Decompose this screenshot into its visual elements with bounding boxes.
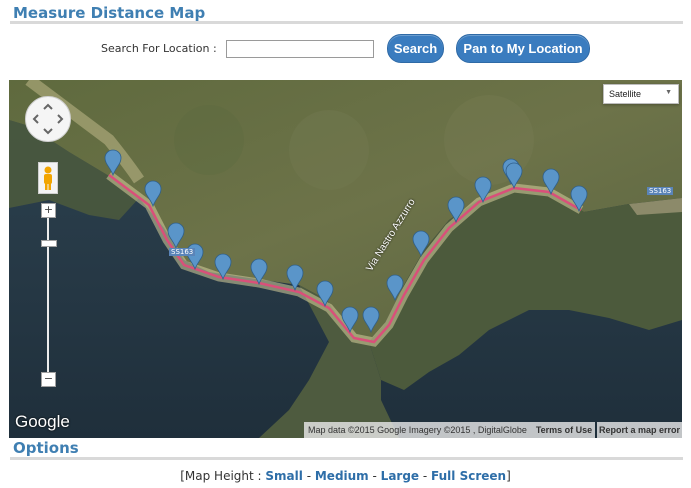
pegman-icon xyxy=(44,166,52,190)
height-fullscreen-link[interactable]: Full Screen xyxy=(431,469,506,483)
map-height-label: Map Height : xyxy=(184,469,266,483)
height-small-link[interactable]: Small xyxy=(265,469,302,483)
terms-of-use-link[interactable]: Terms of Use xyxy=(533,422,595,438)
zoom-out-button[interactable]: − xyxy=(41,372,56,387)
search-bar: Search For Location : Search Pan to My L… xyxy=(0,34,691,64)
report-map-error-link[interactable]: Report a map error xyxy=(597,422,682,438)
road-label-west: SS163 xyxy=(169,248,196,256)
page-title: Measure Distance Map xyxy=(13,4,206,22)
satellite-imagery xyxy=(9,80,682,438)
search-button[interactable]: Search xyxy=(387,34,444,63)
options-title: Options xyxy=(13,439,79,457)
close-bracket: ] xyxy=(506,469,511,483)
pan-arrows-icon xyxy=(32,103,64,135)
pan-to-location-button[interactable]: Pan to My Location xyxy=(456,34,590,63)
map-height-options: [Map Height : Small - Medium - Large - F… xyxy=(0,469,691,483)
separator: - xyxy=(302,469,315,483)
google-logo: Google xyxy=(15,412,70,431)
map-canvas[interactable]: SS163 SS163 Via Nastro Azzurro Satellite… xyxy=(9,80,682,438)
separator: - xyxy=(419,469,432,483)
pan-control[interactable] xyxy=(25,96,71,142)
street-view-pegman[interactable] xyxy=(38,162,58,194)
height-medium-link[interactable]: Medium xyxy=(315,469,369,483)
zoom-slider-track[interactable] xyxy=(47,208,49,378)
zoom-slider-thumb[interactable] xyxy=(41,240,57,247)
map-type-label: Satellite xyxy=(609,89,642,99)
road-label-east: SS163 xyxy=(647,187,674,195)
map-attribution: Map data ©2015 Google Imagery ©2015 , Di… xyxy=(304,422,533,438)
height-large-link[interactable]: Large xyxy=(381,469,419,483)
search-label: Search For Location : xyxy=(101,42,217,55)
dropdown-arrow-icon: ▼ xyxy=(665,89,672,96)
search-input[interactable] xyxy=(226,40,374,58)
title-divider xyxy=(10,21,683,24)
map-type-select[interactable]: Satellite ▼ xyxy=(603,84,679,104)
zoom-in-button[interactable]: + xyxy=(41,203,56,218)
separator: - xyxy=(368,469,381,483)
options-divider xyxy=(10,457,683,460)
